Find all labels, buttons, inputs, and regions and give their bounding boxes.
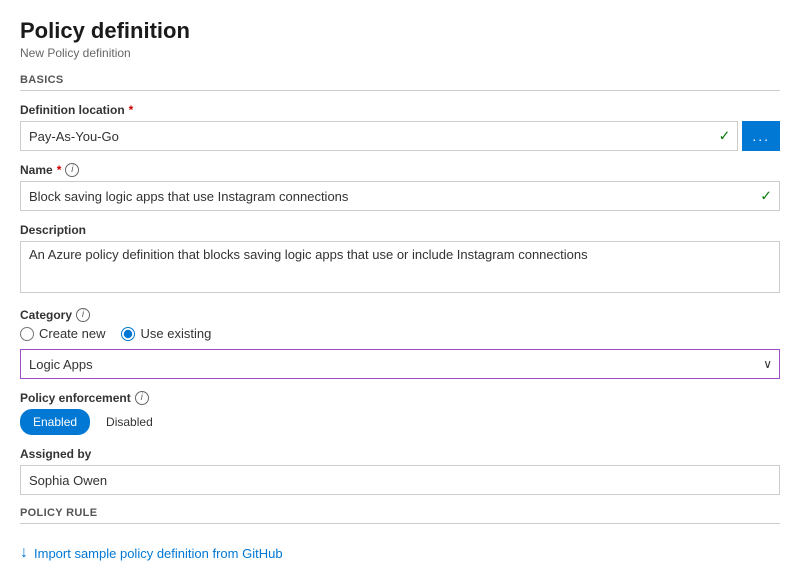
definition-location-ellipsis-button[interactable]: ... <box>742 121 780 151</box>
assigned-by-label: Assigned by <box>20 447 91 461</box>
category-use-existing-label: Use existing <box>140 326 211 341</box>
basics-section-label: BASICS <box>20 74 780 91</box>
policy-rule-section-label: POLICY RULE <box>20 507 780 524</box>
policy-enforcement-enabled-button[interactable]: Enabled <box>20 409 90 435</box>
category-create-new-option[interactable]: Create new <box>20 326 105 341</box>
definition-location-required: * <box>129 103 134 117</box>
definition-location-check-icon: ✓ <box>719 128 731 145</box>
category-create-new-radio[interactable] <box>20 327 34 341</box>
page-subtitle: New Policy definition <box>20 46 780 60</box>
policy-enforcement-label: Policy enforcement <box>20 391 131 405</box>
category-dropdown[interactable]: Logic Apps <box>20 349 780 379</box>
name-required: * <box>57 163 62 177</box>
assigned-by-input[interactable] <box>20 465 780 495</box>
category-use-existing-option[interactable]: Use existing <box>121 326 211 341</box>
import-icon: ↓ <box>20 544 28 562</box>
page-title: Policy definition <box>20 18 780 44</box>
policy-enforcement-info-icon[interactable]: i <box>135 391 149 405</box>
category-label: Category <box>20 308 72 322</box>
name-label: Name <box>20 163 53 177</box>
description-label: Description <box>20 223 86 237</box>
category-create-new-label: Create new <box>39 326 105 341</box>
policy-enforcement-toggle-group: Enabled Disabled <box>20 409 780 435</box>
category-info-icon[interactable]: i <box>76 308 90 322</box>
name-check-icon: ✓ <box>760 188 772 205</box>
name-input[interactable] <box>20 181 780 211</box>
import-link-text: Import sample policy definition from Git… <box>34 546 283 561</box>
category-use-existing-radio[interactable] <box>121 327 135 341</box>
policy-enforcement-disabled-button[interactable]: Disabled <box>94 409 165 435</box>
name-info-icon[interactable]: i <box>65 163 79 177</box>
description-textarea[interactable] <box>20 241 780 293</box>
definition-location-input[interactable] <box>20 121 738 151</box>
definition-location-label: Definition location <box>20 103 125 117</box>
